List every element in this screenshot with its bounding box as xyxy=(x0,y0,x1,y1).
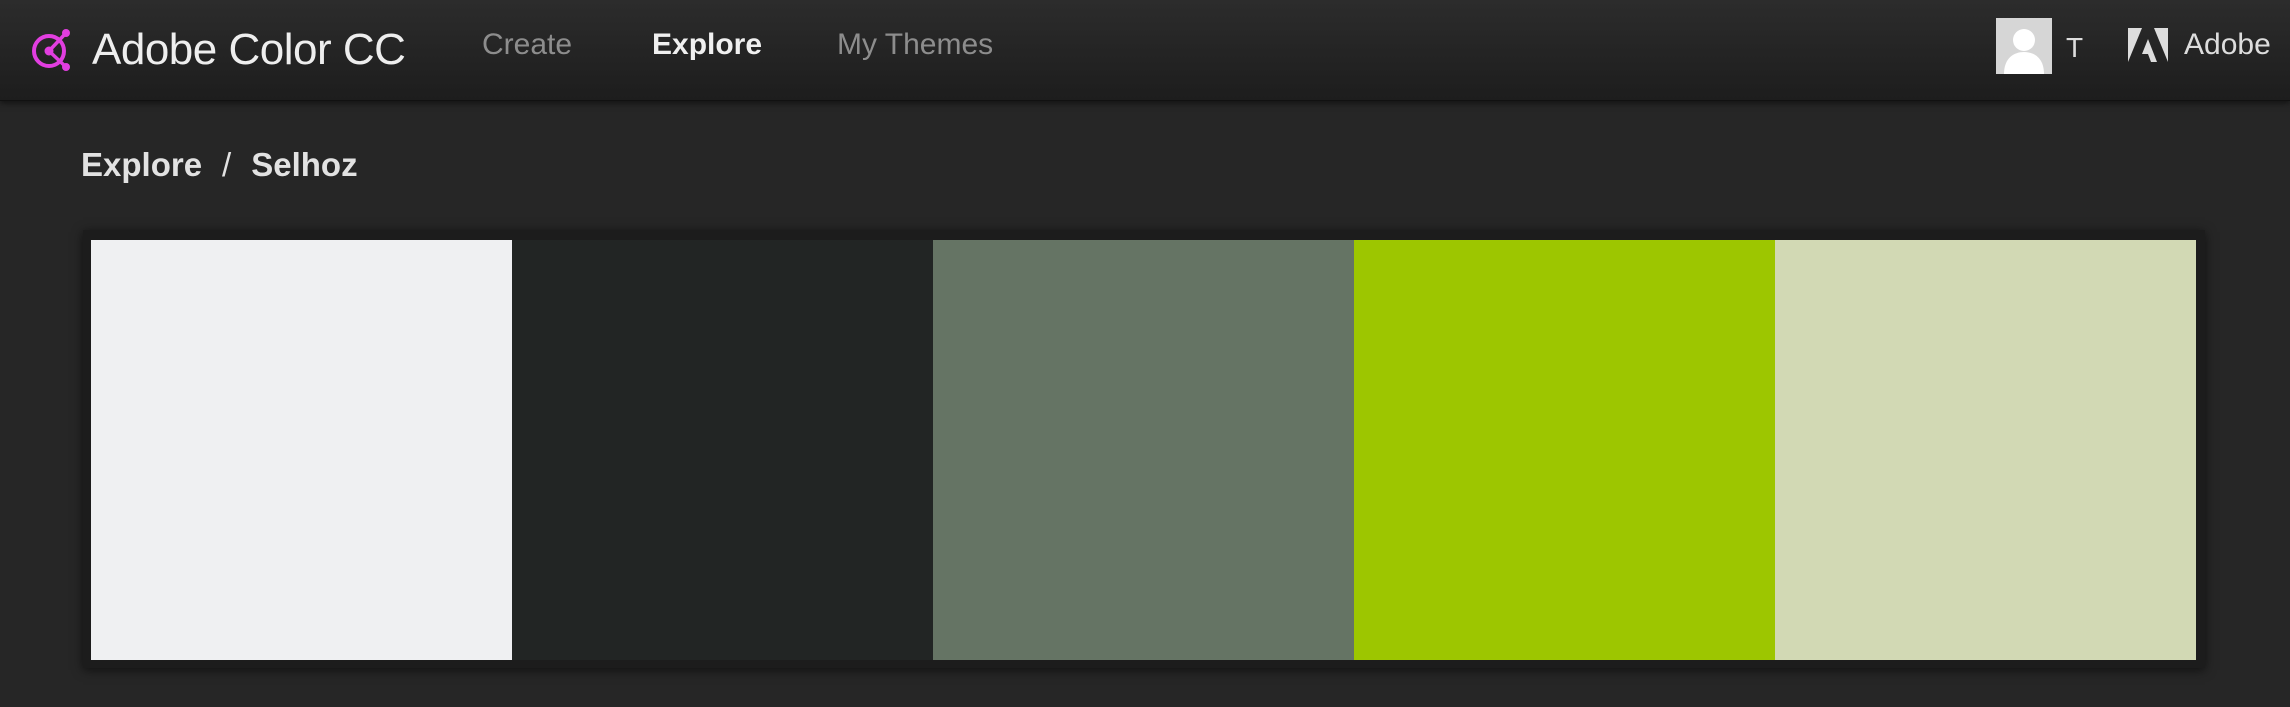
tab-explore[interactable]: Explore xyxy=(652,28,762,62)
theme-palette-frame xyxy=(83,230,2205,668)
user-silhouette-icon xyxy=(1996,18,2052,74)
breadcrumb-explore-link[interactable]: Explore xyxy=(81,146,202,183)
brand-name: Adobe Color CC xyxy=(92,25,406,74)
brand-home-link[interactable]: Adobe Color CC xyxy=(28,18,406,82)
color-swatch-5[interactable] xyxy=(1775,240,2196,660)
color-swatch-1[interactable] xyxy=(91,240,512,660)
color-swatch-3[interactable] xyxy=(933,240,1354,660)
breadcrumb-separator: / xyxy=(222,146,232,183)
tab-create[interactable]: Create xyxy=(482,28,572,62)
theme-palette xyxy=(91,240,2196,660)
color-swatch-2[interactable] xyxy=(512,240,933,660)
user-avatar[interactable] xyxy=(1996,18,2052,74)
user-menu-initial[interactable]: T xyxy=(2066,32,2083,64)
adobe-logo-icon[interactable] xyxy=(2128,28,2168,62)
adobe-color-wheel-icon xyxy=(32,29,70,71)
breadcrumb-current-theme: Selhoz xyxy=(251,146,358,183)
adobe-link[interactable]: Adobe xyxy=(2184,28,2271,62)
breadcrumb: Explore / Selhoz xyxy=(81,146,358,184)
tab-my-themes[interactable]: My Themes xyxy=(837,28,993,62)
top-navigation-bar: Adobe Color CC Create Explore My Themes … xyxy=(0,0,2290,101)
color-swatch-4[interactable] xyxy=(1354,240,1775,660)
